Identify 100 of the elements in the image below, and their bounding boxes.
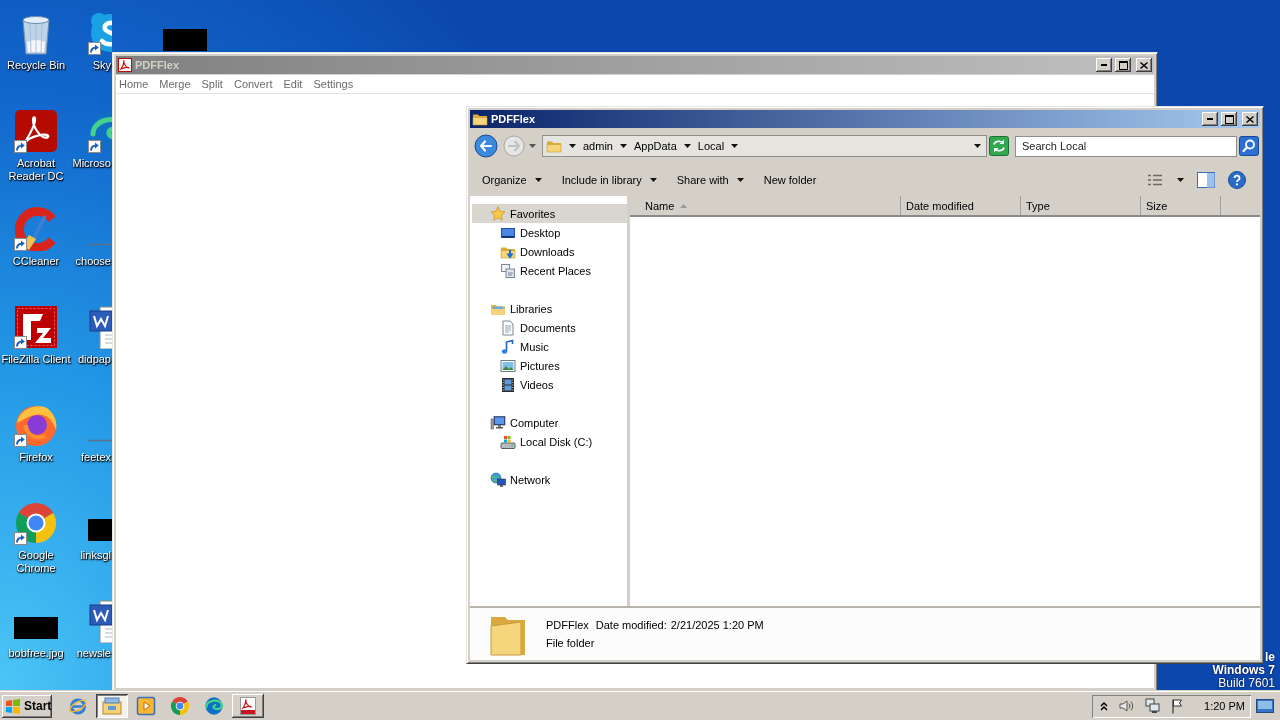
close-icon	[1140, 61, 1148, 69]
maximize-button[interactable]	[1221, 112, 1237, 126]
preview-pane-icon[interactable]	[1197, 171, 1215, 188]
pdf-icon	[238, 696, 258, 716]
nav-item[interactable]: Videos	[472, 375, 627, 394]
breadcrumb[interactable]: Local	[691, 136, 731, 156]
acrobat-icon[interactable]	[14, 109, 58, 153]
help-icon[interactable]	[1228, 170, 1246, 189]
close-icon	[1246, 115, 1254, 123]
column-header[interactable]: Size	[1141, 196, 1221, 215]
maximize-icon	[1224, 114, 1234, 124]
breadcrumb-arrow-icon[interactable]	[619, 144, 627, 148]
chrome-icon	[170, 696, 190, 716]
windows-logo-icon	[5, 698, 21, 714]
nav-item[interactable]: Computer	[472, 413, 627, 432]
window-title: PDFFlex	[491, 113, 536, 125]
ccleaner-icon[interactable]	[14, 207, 58, 251]
filezilla-icon[interactable]	[14, 305, 58, 349]
details-label: Date modified:	[595, 618, 667, 633]
toolbar-button[interactable]: Share with	[668, 167, 752, 192]
document-icon	[500, 319, 516, 336]
network-icon	[490, 471, 506, 488]
chevron-icon[interactable]	[1100, 701, 1109, 711]
desktop-icon-label[interactable]: choose	[75, 255, 112, 268]
nav-item[interactable]: Libraries	[472, 299, 627, 318]
close-button[interactable]	[1136, 58, 1152, 72]
menu-item[interactable]: Settings	[313, 78, 354, 90]
internet-explorer-icon	[68, 696, 88, 716]
breadcrumb[interactable]: admin	[577, 136, 619, 156]
star-icon	[490, 205, 506, 222]
desktop-icon-label[interactable]: Microso	[72, 157, 112, 170]
pdf-icon	[118, 58, 132, 72]
nav-item[interactable]: Downloads	[472, 242, 627, 261]
breadcrumb-arrow-icon[interactable]	[683, 144, 691, 148]
menu-item[interactable]: Convert	[233, 78, 273, 90]
folder-icon	[102, 696, 122, 716]
chrome-icon[interactable]	[14, 501, 58, 545]
minimize-button[interactable]	[1202, 112, 1218, 126]
minimize-button[interactable]	[1096, 58, 1112, 72]
show-desktop-icon[interactable]	[1256, 698, 1274, 714]
window-title: PDFFlex	[135, 59, 180, 71]
taskbar-button[interactable]	[96, 694, 128, 718]
menu-item[interactable]: Home	[119, 78, 149, 90]
minimize-icon	[1101, 64, 1107, 66]
details-value: 2/21/2025 1:20 PM	[670, 618, 764, 633]
details-type: File folder	[546, 636, 596, 651]
film-icon	[500, 376, 516, 393]
system-notice-text: le	[1265, 651, 1275, 664]
nav-item[interactable]: Recent Places	[472, 261, 627, 280]
edge-icon	[204, 696, 224, 716]
menu-item[interactable]: Merge	[159, 78, 191, 90]
menu-item[interactable]: Edit	[283, 78, 303, 90]
toolbar-button[interactable]: Include in library	[553, 167, 665, 192]
back-icon[interactable]	[474, 134, 498, 158]
breadcrumb-arrow-icon[interactable]	[731, 144, 739, 148]
nav-item[interactable]: Music	[472, 337, 627, 356]
breadcrumb[interactable]: AppData	[627, 136, 683, 156]
details-name: PDFFlex	[546, 618, 589, 633]
search-icon[interactable]	[1239, 136, 1259, 156]
system-notice-text: Windows 7	[1212, 664, 1275, 677]
toolbar-button[interactable]: New folder	[755, 167, 825, 192]
start-button[interactable]: Start	[2, 694, 52, 718]
drive-icon	[500, 433, 516, 450]
caret-icon[interactable]	[974, 144, 981, 148]
picture-icon	[500, 357, 516, 374]
caret-icon[interactable]	[1177, 177, 1184, 182]
desktop-icon-label[interactable]: Sky	[92, 59, 112, 72]
toolbar-button[interactable]: Organize	[474, 167, 550, 192]
nav-item[interactable]: Favorites	[472, 204, 627, 223]
desktop-icon-label[interactable]: Acrobat Reader DC	[0, 157, 72, 183]
maximize-button[interactable]	[1115, 58, 1131, 72]
play-icon	[136, 696, 156, 716]
network-icon[interactable]	[1144, 698, 1161, 714]
nav-item[interactable]: Pictures	[472, 356, 627, 375]
taskbar-button[interactable]	[232, 694, 264, 718]
system-notice-text: Build 7601	[1218, 677, 1275, 690]
desktop-icon-label[interactable]: CCleaner	[12, 255, 60, 268]
address-bar[interactable]: admin AppData Local	[542, 135, 987, 157]
nav-item[interactable]: Local Disk (C:)	[472, 432, 627, 451]
refresh-icon[interactable]	[989, 136, 1009, 156]
music-note-icon	[500, 338, 516, 355]
nav-item[interactable]: Documents	[472, 318, 627, 337]
nav-item[interactable]: Desktop	[472, 223, 627, 242]
breadcrumb-arrow-icon[interactable]	[569, 144, 576, 148]
maximize-icon	[1118, 60, 1128, 70]
search-field[interactable]: Search Local	[1015, 135, 1237, 157]
minimize-icon	[1207, 118, 1213, 120]
recent-places-icon	[500, 262, 516, 279]
firefox-icon[interactable]	[14, 403, 58, 447]
column-header[interactable]: Type	[1021, 196, 1141, 215]
desktop-icon-label[interactable]: Recycle Bin	[6, 59, 66, 72]
computer-icon	[490, 414, 506, 431]
views-icon[interactable]	[1147, 172, 1163, 187]
column-header[interactable]: Date modified	[901, 196, 1021, 215]
column-header[interactable]: Name	[630, 196, 901, 215]
nav-item[interactable]: Network	[472, 470, 627, 489]
close-button[interactable]	[1242, 112, 1258, 126]
speaker-icon[interactable]	[1118, 698, 1135, 714]
menu-item[interactable]: Split	[201, 78, 223, 90]
clock[interactable]: 1:20 PM	[1204, 700, 1245, 712]
